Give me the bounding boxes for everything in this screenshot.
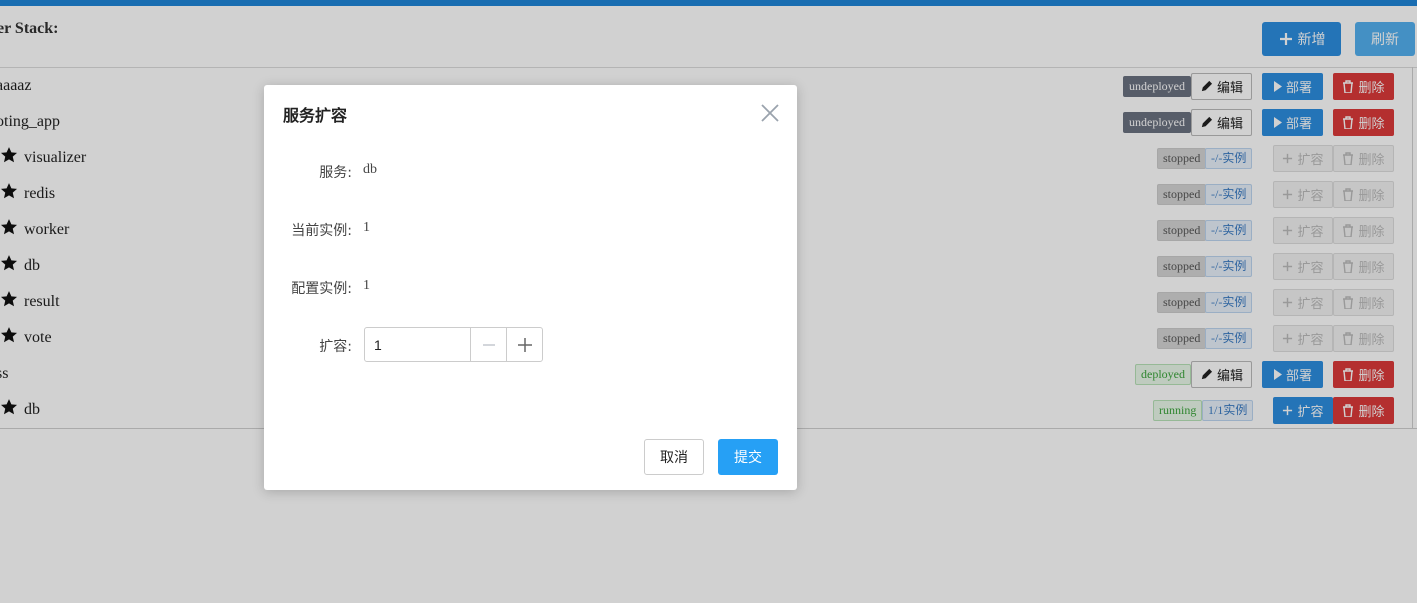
configured-instances-label: 配置实例: (291, 281, 352, 297)
decrement-button[interactable] (470, 328, 507, 361)
minus-icon (483, 343, 495, 346)
cancel-button[interactable]: 取消 (644, 439, 704, 475)
service-label: 服务: (319, 165, 352, 181)
current-instances-label: 当前实例: (291, 223, 352, 239)
increment-button[interactable] (506, 328, 543, 361)
scale-stepper (364, 327, 543, 362)
configured-instances-value: 1 (363, 278, 370, 293)
submit-button[interactable]: 提交 (718, 439, 778, 475)
plus-icon (518, 337, 532, 352)
close-icon[interactable] (760, 103, 780, 123)
current-instances-value: 1 (363, 220, 370, 235)
scale-label: 扩容: (319, 339, 352, 355)
scale-service-modal: 服务扩容 服务: db 当前实例: 1 配置实例: 1 扩容: 取消 提交 (264, 85, 797, 490)
modal-title: 服务扩容 (283, 106, 348, 125)
service-value: db (363, 162, 377, 177)
scale-input[interactable] (365, 328, 470, 361)
